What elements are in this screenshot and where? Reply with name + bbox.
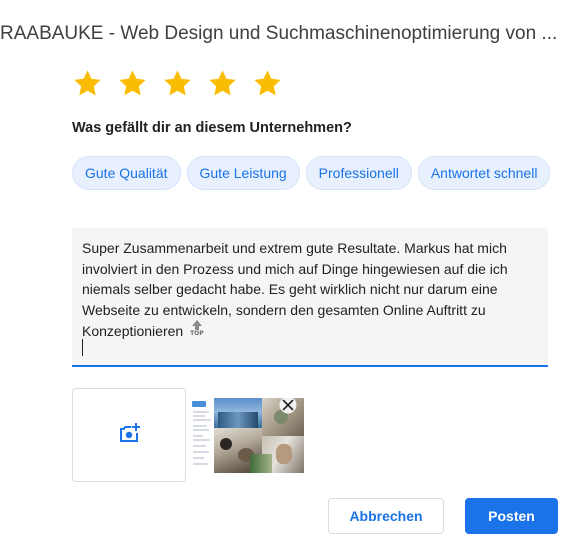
scroll-to-top-icon: TOP — [189, 320, 205, 338]
chip-list: Gute Qualität Gute Leistung Professionel… — [72, 156, 551, 190]
post-button[interactable]: Posten — [465, 498, 558, 534]
chip-professionell[interactable]: Professionell — [305, 156, 412, 190]
star-3-icon[interactable] — [162, 68, 193, 99]
close-icon — [279, 396, 297, 418]
star-1-icon[interactable] — [72, 68, 103, 99]
chip-antwortet-schnell[interactable]: Antwortet schnell — [417, 156, 551, 190]
review-text: Super Zusammenarbeit und extrem gute Res… — [82, 240, 508, 339]
remove-photo-button[interactable] — [279, 396, 297, 414]
review-textarea[interactable]: Super Zusammenarbeit und extrem gute Res… — [72, 228, 548, 367]
cancel-button[interactable]: Abbrechen — [328, 498, 444, 534]
add-photo-button[interactable] — [72, 388, 186, 482]
text-cursor — [82, 339, 83, 356]
add-photo-icon — [117, 421, 141, 450]
top-icon-label: TOP — [190, 330, 204, 337]
star-rating[interactable] — [72, 68, 283, 99]
star-5-icon[interactable] — [252, 68, 283, 99]
chip-gute-qualitaet[interactable]: Gute Qualität — [72, 156, 181, 190]
star-4-icon[interactable] — [207, 68, 238, 99]
chip-gute-leistung[interactable]: Gute Leistung — [186, 156, 300, 190]
question-label: Was gefällt dir an diesem Unternehmen? — [72, 120, 352, 136]
star-2-icon[interactable] — [117, 68, 148, 99]
business-title: RAABAUKE - Web Design und Suchmaschineno… — [0, 23, 558, 44]
website-screenshot-thumbnail — [190, 398, 214, 473]
